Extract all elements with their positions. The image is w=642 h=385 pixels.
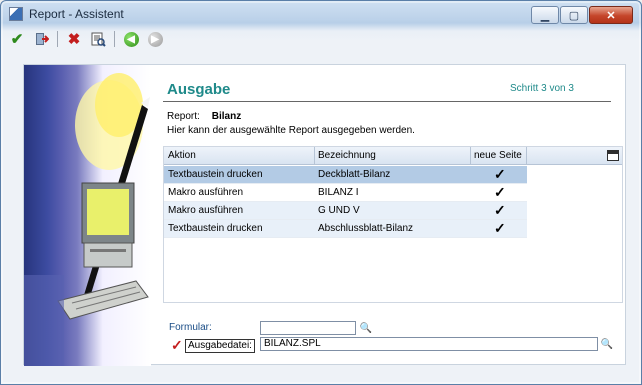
ausgabedatei-checkbox[interactable]: ✓ [171,337,183,354]
cell-aktion: Makro ausführen [168,205,244,216]
back-button[interactable]: ◀ [121,30,141,48]
neue-seite-check-icon[interactable]: ✓ [494,202,506,219]
ausgabedatei-field[interactable]: BILANZ.SPL [260,337,598,351]
table-header: Aktion Bezeichnung neue Seite [164,147,622,165]
table-row[interactable]: Makro ausführen BILANZ I ✓ [164,184,527,202]
maximize-icon: ▢ [568,9,580,22]
report-description: Hier kann der ausgewählte Report ausgege… [167,125,415,136]
maximize-button[interactable]: ▢ [560,6,588,24]
delete-icon[interactable]: ✖ [64,30,84,48]
report-name: Bilanz [211,111,242,122]
table-row[interactable]: Makro ausführen G UND V ✓ [164,202,527,220]
back-icon: ◀ [123,31,139,47]
ausgabedatei-label: Ausgabedatei: [185,339,255,353]
column-chooser-icon[interactable] [607,150,619,161]
minimize-button[interactable]: ▁ [531,6,559,24]
column-header-bezeichnung[interactable]: Bezeichnung [318,150,376,161]
table-row[interactable]: Textbaustein drucken Deckblatt-Bilanz ✓ [164,166,527,184]
check-icon[interactable]: ✔ [7,30,27,48]
cell-bezeichnung: Abschlussblatt-Bilanz [318,223,414,234]
column-header-aktion[interactable]: Aktion [168,150,196,161]
cell-aktion: Textbaustein drucken [168,223,263,234]
report-label: Report: [167,111,200,122]
output-actions-table: Aktion Bezeichnung neue Seite Textbauste… [163,146,623,303]
formular-label: Formular: [169,322,212,333]
cell-aktion: Makro ausführen [168,187,244,198]
neue-seite-check-icon[interactable]: ✓ [494,166,506,183]
minimize-icon: ▁ [540,9,550,22]
title-bar[interactable]: Report - Assistent ▁ ▢ ✕ [1,1,641,27]
close-icon: ✕ [606,9,616,22]
cell-bezeichnung: Deckblatt-Bilanz [318,169,391,180]
formular-search-icon[interactable]: 🔍 [360,322,372,334]
formular-field[interactable] [260,321,356,335]
close-button[interactable]: ✕ [589,6,633,24]
cell-bezeichnung: BILANZ I [318,187,359,198]
print-preview-icon[interactable] [88,30,108,48]
column-divider [526,147,527,165]
toolbar: ✔ ✖ ◀ ▶ [7,29,169,49]
ausgabedatei-search-icon[interactable]: 🔍 [601,338,613,350]
table-row[interactable]: Textbaustein drucken Abschlussblatt-Bila… [164,220,527,238]
cell-aktion: Textbaustein drucken [168,169,263,180]
column-divider [470,147,471,165]
report-line: Report: Bilanz [167,111,241,122]
app-icon [9,7,23,21]
forward-button[interactable]: ▶ [145,30,165,48]
neue-seite-check-icon[interactable]: ✓ [494,184,506,201]
step-indicator: Schritt 3 von 3 [510,83,574,94]
panel-title: Ausgabe [167,81,231,98]
wizard-illustration [24,65,151,366]
title-divider [163,101,611,102]
column-divider [314,147,315,165]
window-title: Report - Assistent [29,7,124,21]
report-wizard-window: Report - Assistent ▁ ▢ ✕ ✔ ✖ ◀ ▶ Ausgabe… [0,0,642,385]
toolbar-separator [114,31,115,47]
column-header-neue-seite[interactable]: neue Seite [474,150,522,161]
forward-icon: ▶ [147,31,163,47]
toolbar-separator [57,31,58,47]
exit-icon[interactable] [31,30,51,48]
neue-seite-check-icon[interactable]: ✓ [494,220,506,237]
window-controls: ▁ ▢ ✕ [530,6,633,25]
cell-bezeichnung: G UND V [318,205,360,216]
